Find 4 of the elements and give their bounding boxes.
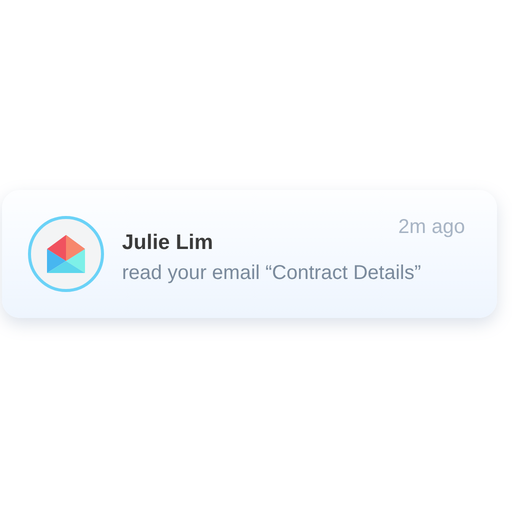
sender-name: Julie Lim: [122, 230, 214, 256]
timestamp: 2m ago: [398, 215, 465, 240]
notification-message: read your email “Contract Details”: [122, 260, 421, 286]
envelope-icon: [45, 233, 87, 275]
